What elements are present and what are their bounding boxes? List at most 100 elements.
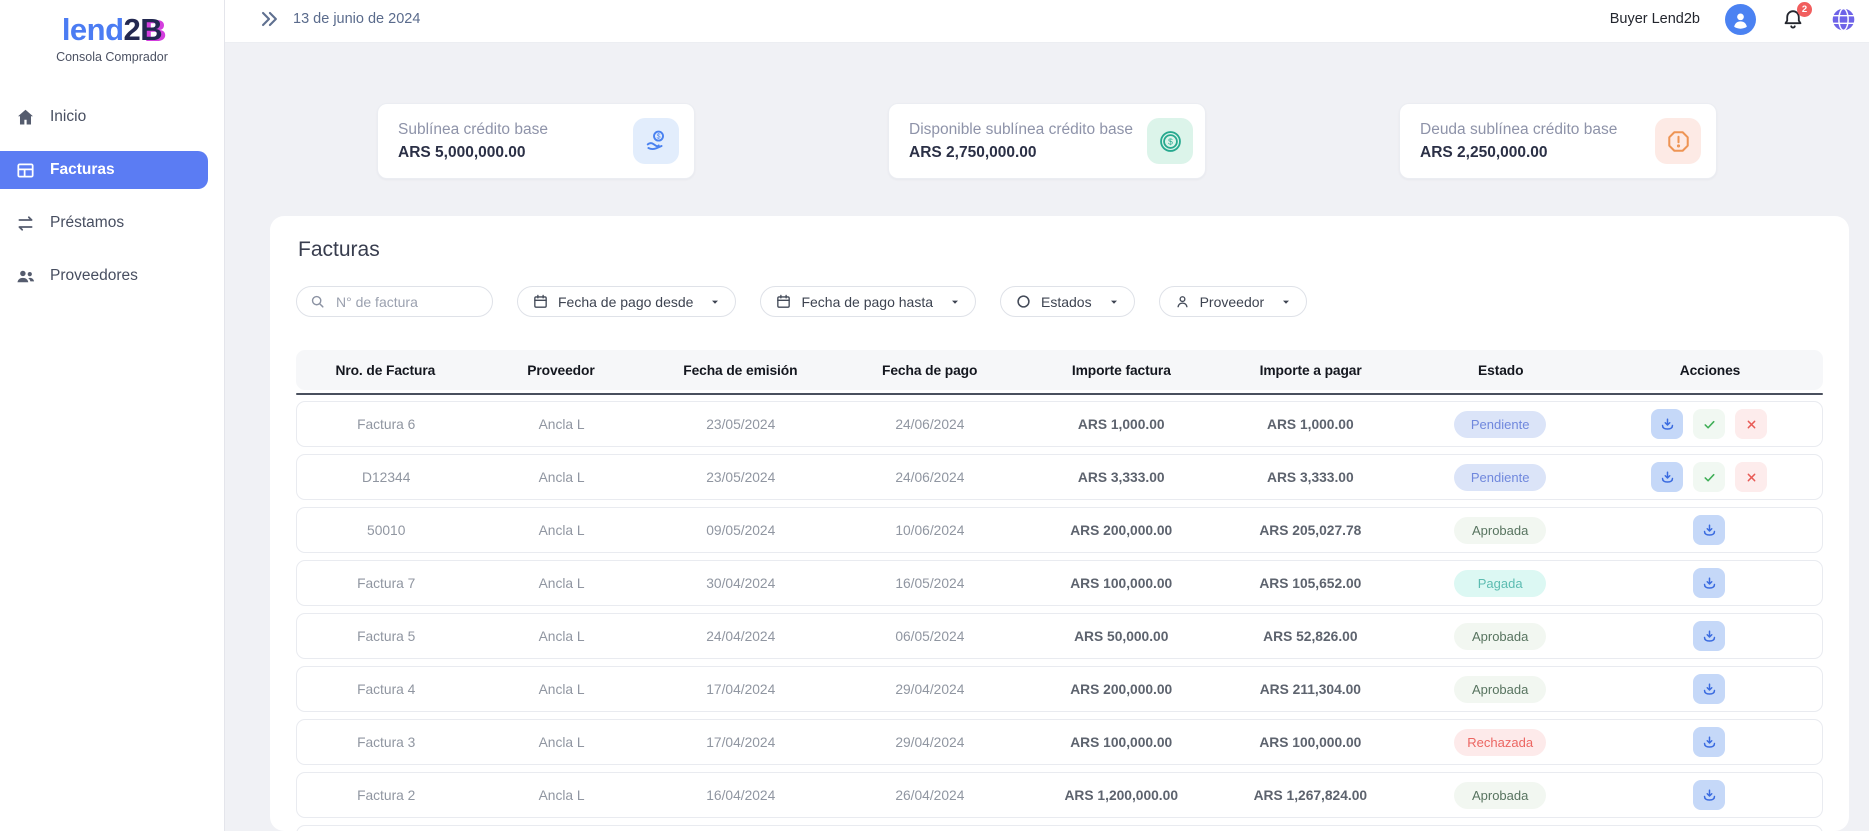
cell-acciones: [1596, 674, 1822, 704]
cell-acciones: [1596, 780, 1822, 810]
cell-proveedor: Ancla L: [475, 576, 647, 591]
summary-card-value: ARS 2,750,000.00: [909, 144, 1133, 162]
section-title: Facturas: [298, 238, 1823, 262]
cell-importe-factura: ARS 1,000.00: [1026, 417, 1217, 432]
table-row-partial: [296, 825, 1823, 831]
table-row: Factura 7Ancla L30/04/202416/05/2024ARS …: [296, 560, 1823, 606]
cell-importe-a-pagar: ARS 3,333.00: [1217, 470, 1405, 485]
check-icon: [1701, 469, 1718, 486]
notifications-button[interactable]: 2: [1781, 7, 1805, 31]
page-content: Sublínea crédito base ARS 5,000,000.00 $ Di…: [225, 43, 1869, 831]
cell-importe-a-pagar: ARS 1,267,824.00: [1217, 788, 1405, 803]
summary-card-disponible-sublinea-credito-base: Disponible sublínea crédito base ARS 2,75…: [888, 103, 1206, 179]
download-button[interactable]: [1651, 409, 1683, 439]
cell-nro: Factura 3: [297, 735, 475, 750]
alert-octagon-iconbox: [1655, 118, 1701, 164]
sidebar-item-label: Proveedores: [50, 267, 138, 285]
status-badge: Pendiente: [1454, 464, 1546, 491]
cell-fecha-pago: 29/04/2024: [834, 735, 1026, 750]
caret-icon: [947, 294, 963, 310]
download-button[interactable]: [1693, 515, 1725, 545]
download-button[interactable]: [1693, 727, 1725, 757]
cell-fecha-emision: 16/04/2024: [648, 788, 834, 803]
filter-pill-fecha-de-pago-hasta[interactable]: Fecha de pago hasta: [760, 286, 976, 317]
cell-proveedor: Ancla L: [475, 470, 647, 485]
column-header-proveedor: Proveedor: [475, 363, 648, 378]
download-icon: [1659, 416, 1676, 433]
cell-fecha-pago: 10/06/2024: [834, 523, 1026, 538]
cell-fecha-emision: 23/05/2024: [648, 470, 834, 485]
filter-pill-label: Fecha de pago desde: [558, 294, 693, 310]
sidebar-expand-icon[interactable]: [258, 8, 280, 30]
column-header-fecha-de-pago: Fecha de pago: [833, 363, 1025, 378]
cell-acciones: [1596, 409, 1822, 439]
status-badge: Aprobada: [1454, 782, 1546, 809]
caret-icon: [707, 294, 723, 310]
sidebar-item-inicio[interactable]: Inicio: [0, 98, 208, 136]
approve-button[interactable]: [1693, 462, 1725, 492]
table-body: Factura 6Ancla L23/05/202424/06/2024ARS …: [296, 401, 1823, 831]
sidebar-item-facturas[interactable]: Facturas: [0, 151, 208, 189]
column-header-fecha-de-emision: Fecha de emisión: [647, 363, 833, 378]
approve-button[interactable]: [1693, 409, 1725, 439]
summary-card-text: Disponible sublínea crédito base ARS 2,75…: [909, 121, 1133, 162]
summary-card-title: Sublínea crédito base: [398, 121, 548, 139]
logo-2: 2: [124, 12, 141, 47]
cell-nro: Factura 7: [297, 576, 475, 591]
cell-nro: Factura 4: [297, 682, 475, 697]
status-badge: Aprobada: [1454, 517, 1546, 544]
filter-pill-estados[interactable]: Estados: [1000, 286, 1135, 317]
logo-b: B: [140, 12, 162, 47]
cell-acciones: [1596, 621, 1822, 651]
x-icon: [1743, 469, 1760, 486]
filter-pill-fecha-de-pago-desde[interactable]: Fecha de pago desde: [517, 286, 736, 317]
summary-card-title: Disponible sublínea crédito base: [909, 121, 1133, 139]
filter-pill-proveedor[interactable]: Proveedor: [1159, 286, 1308, 317]
invoice-search[interactable]: [296, 286, 493, 317]
download-icon: [1701, 522, 1718, 539]
sidebar-item-prestamos[interactable]: Préstamos: [0, 204, 208, 242]
filter-pill-label: Estados: [1041, 294, 1092, 310]
summary-cards-row: Sublínea crédito base ARS 5,000,000.00 $ Di…: [225, 103, 1869, 179]
cell-estado: Aprobada: [1404, 676, 1596, 703]
table-row: Factura 5Ancla L24/04/202406/05/2024ARS …: [296, 613, 1823, 659]
download-button[interactable]: [1693, 674, 1725, 704]
user-avatar[interactable]: [1725, 4, 1756, 35]
summary-card-deuda-sublinea-credito-base: Deuda sublínea crédito baseARS 2,250,000…: [1399, 103, 1717, 179]
sidebar-nav: Inicio Facturas Préstamos Proveedores: [0, 98, 224, 295]
cell-estado: Rechazada: [1404, 729, 1596, 756]
download-button[interactable]: [1693, 568, 1725, 598]
reject-button[interactable]: [1735, 409, 1767, 439]
logo-tagline: Consola Comprador: [0, 50, 224, 64]
download-button[interactable]: [1693, 780, 1725, 810]
sidebar-item-label: Préstamos: [50, 214, 124, 232]
main-area: 13 de junio de 2024 Buyer Lend2b 2 Sublí…: [225, 0, 1869, 831]
download-icon: [1701, 575, 1718, 592]
cell-importe-a-pagar: ARS 1,000.00: [1217, 417, 1405, 432]
reject-button[interactable]: [1735, 462, 1767, 492]
table-header-divider: [296, 393, 1823, 395]
summary-card-value: ARS 5,000,000.00: [398, 144, 548, 162]
download-button[interactable]: [1693, 621, 1725, 651]
download-button[interactable]: [1651, 462, 1683, 492]
cell-nro: Factura 6: [297, 417, 475, 432]
cell-acciones: [1596, 568, 1822, 598]
filters-bar: Fecha de pago desde Fecha de pago hasta Es…: [296, 286, 1823, 317]
check-icon: [1701, 416, 1718, 433]
cell-fecha-pago: 24/06/2024: [834, 470, 1026, 485]
cell-proveedor: Ancla L: [475, 735, 647, 750]
language-globe-button[interactable]: [1830, 6, 1857, 33]
column-header-nro-de-factura: Nro. de Factura: [296, 363, 475, 378]
svg-text:$: $: [656, 133, 660, 140]
filter-pill-label: Fecha de pago hasta: [801, 294, 933, 310]
sidebar-item-proveedores[interactable]: Proveedores: [0, 257, 208, 295]
column-header-estado: Estado: [1405, 363, 1597, 378]
invoice-search-input[interactable]: [334, 293, 480, 311]
caret-icon: [1106, 294, 1122, 310]
circle-icon: [1015, 293, 1032, 310]
caret-icon: [1278, 294, 1294, 310]
calendar-icon: [775, 293, 792, 310]
user-name: Buyer Lend2b: [1610, 11, 1700, 27]
cell-estado: Aprobada: [1404, 623, 1596, 650]
cell-proveedor: Ancla L: [475, 682, 647, 697]
